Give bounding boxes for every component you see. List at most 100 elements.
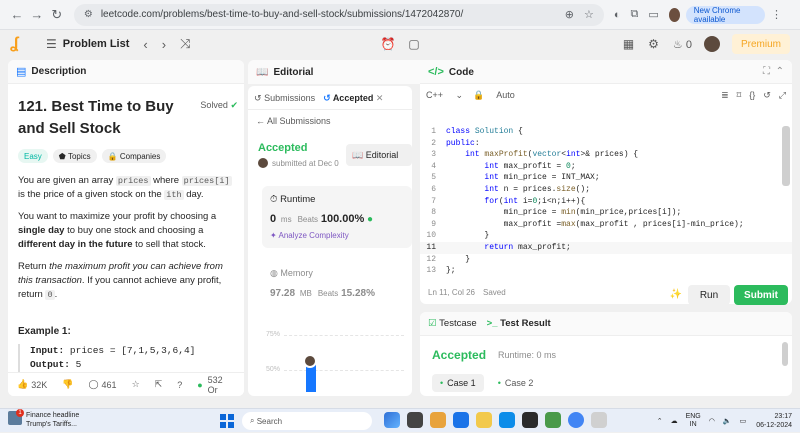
- close-icon[interactable]: ✕: [376, 93, 384, 103]
- tray-chevron-icon[interactable]: ⌃: [657, 417, 663, 425]
- code-line[interactable]: 9 max_profit =max(max_profit , prices[i]…: [420, 219, 792, 231]
- settings-app-icon[interactable]: [591, 412, 607, 428]
- code-line[interactable]: 5 int min_price = INT_MAX;: [420, 172, 792, 184]
- collapse-icon[interactable]: ⌃: [776, 66, 784, 77]
- leetcode-logo-icon[interactable]: ʆ: [10, 35, 28, 53]
- lens-icon[interactable]: ◐: [614, 9, 621, 21]
- text: to buy one stock and choosing a: [64, 225, 204, 236]
- code-line[interactable]: 1 class Solution {: [420, 126, 792, 138]
- clock[interactable]: 23:17 06-12-2024: [756, 412, 792, 430]
- reset-icon[interactable]: ↺: [763, 90, 771, 100]
- language-indicator[interactable]: ENG IN: [686, 413, 701, 429]
- settings-gear-icon[interactable]: ⚙: [648, 37, 659, 51]
- case-2-tab[interactable]: • Case 2: [490, 374, 542, 392]
- fire-icon: ♨: [672, 38, 683, 51]
- site-info-icon[interactable]: ⚙: [84, 9, 93, 20]
- code-line[interactable]: 2 public:: [420, 138, 792, 150]
- profile-avatar[interactable]: [668, 7, 680, 22]
- all-submissions-link[interactable]: ← All Submissions: [256, 116, 331, 126]
- layout-icon[interactable]: ▦: [623, 37, 634, 51]
- address-bar[interactable]: ⚙ leetcode.com/problems/best-time-to-buy…: [73, 3, 604, 26]
- favorite-button[interactable]: ☆: [129, 379, 140, 390]
- code-line[interactable]: 13};: [420, 265, 792, 277]
- windows-start-icon[interactable]: [220, 414, 234, 428]
- new-chrome-button[interactable]: New Chrome available: [685, 5, 765, 24]
- topics-tag[interactable]: ⬟ Topics: [52, 149, 97, 163]
- bookmark-icon[interactable]: ⌑: [737, 90, 742, 100]
- puzzle-icon[interactable]: ⧉: [631, 8, 639, 21]
- share-button[interactable]: ⇱: [152, 379, 163, 390]
- language-select[interactable]: C++ ⌄: [426, 90, 463, 101]
- expand-icon[interactable]: ⤢: [779, 90, 786, 100]
- news-widget[interactable]: 1 Finance headline Trump's Tariffs...: [8, 409, 79, 429]
- editor-scrollbar[interactable]: [782, 126, 790, 186]
- format-icon[interactable]: ≣: [721, 90, 729, 100]
- bookmark-star-icon[interactable]: ☆: [584, 8, 594, 21]
- code-line[interactable]: 6 int n = prices.size();: [420, 184, 792, 196]
- store-icon[interactable]: [522, 412, 538, 428]
- run-button[interactable]: Run: [688, 285, 730, 305]
- streak-counter[interactable]: ♨ 0: [673, 38, 692, 51]
- dislike-button[interactable]: 👎: [59, 379, 73, 390]
- submissions-tab[interactable]: ↺ Submissions: [254, 93, 315, 104]
- back-icon[interactable]: ←: [8, 5, 26, 25]
- edge-icon[interactable]: [499, 412, 515, 428]
- code-line[interactable]: 11 return max_profit;: [420, 241, 792, 254]
- copilot-icon[interactable]: [384, 412, 400, 428]
- wifi-icon[interactable]: ◠: [709, 417, 715, 425]
- paint-icon[interactable]: [430, 412, 446, 428]
- help-button[interactable]: ?: [174, 380, 182, 390]
- editorial-button[interactable]: 📖 Editorial: [346, 144, 412, 166]
- memory-heading[interactable]: ◍ Memory: [270, 268, 313, 279]
- code-line[interactable]: 10 }: [420, 230, 792, 242]
- difficulty-tag[interactable]: Easy: [18, 149, 48, 163]
- code-line[interactable]: 3 int maxProfit(vector<int>& prices) {: [420, 149, 792, 161]
- reload-icon[interactable]: ↻: [48, 5, 66, 25]
- cloud-icon[interactable]: ☁: [671, 417, 678, 425]
- line-number: 3: [431, 150, 436, 160]
- notes-icon[interactable]: ▢: [404, 34, 424, 54]
- zoom-icon[interactable]: ⊕: [565, 8, 574, 21]
- app-icon[interactable]: [545, 412, 561, 428]
- maximize-icon[interactable]: ⛶: [763, 66, 770, 77]
- code-editor[interactable]: 1 class Solution {2 public: 3 int maxProfit…: [420, 126, 792, 278]
- auto-mode-toggle[interactable]: 🔒 Auto: [473, 90, 525, 101]
- case-1-tab[interactable]: • Case 1: [432, 374, 484, 392]
- comments-button[interactable]: ◯ 461: [85, 379, 116, 390]
- meet-icon[interactable]: [453, 412, 469, 428]
- code-line[interactable]: 4 int max_profit = 0;: [420, 161, 792, 173]
- like-button[interactable]: 👍 32K: [14, 379, 47, 390]
- shuffle-icon[interactable]: ⤨: [180, 36, 190, 52]
- code-line[interactable]: 8 min_price = min(min_price,prices[i]);: [420, 207, 792, 219]
- premium-button[interactable]: Premium: [731, 34, 790, 54]
- analyze-complexity-link[interactable]: ✦ Analyze Complexity: [270, 231, 404, 240]
- volume-icon[interactable]: 🔈: [723, 417, 732, 425]
- braces-icon[interactable]: {}: [749, 90, 755, 100]
- test-result-tab[interactable]: >_ Test Result: [487, 318, 551, 329]
- user-avatar[interactable]: [703, 36, 720, 52]
- testcase-tab[interactable]: ☑ Testcase: [428, 318, 477, 329]
- more-icon[interactable]: ⋮: [771, 8, 782, 21]
- magic-icon[interactable]: ✨: [670, 289, 682, 300]
- task-view-icon[interactable]: [407, 412, 423, 428]
- chrome-icon[interactable]: [568, 412, 584, 428]
- problem-list-button[interactable]: ☰ Problem List: [46, 37, 129, 51]
- checkbox-icon: ☑: [428, 318, 437, 329]
- battery-icon[interactable]: ▭: [740, 417, 747, 425]
- taskbar-search[interactable]: ⌕ Search: [242, 412, 372, 430]
- next-problem-icon[interactable]: ›: [162, 37, 166, 52]
- result-scrollbar[interactable]: [782, 342, 788, 366]
- prev-problem-icon[interactable]: ‹: [143, 37, 147, 52]
- companies-tag[interactable]: 🔒 Companies: [101, 149, 167, 163]
- code-line[interactable]: 7 for(int i=0;i<n;i++){: [420, 196, 792, 208]
- accepted-tab[interactable]: ↺ Accepted ✕: [323, 93, 383, 104]
- description-tab[interactable]: ▤ Description: [8, 60, 244, 84]
- menu-panel-icon[interactable]: ▭: [648, 8, 658, 21]
- runtime-card: ⏱ Runtime 0 ms Beats 100.00% ● ✦ Analyze …: [262, 186, 412, 248]
- timer-icon[interactable]: ⏰: [378, 34, 398, 54]
- submit-button[interactable]: Submit: [734, 285, 788, 305]
- file-explorer-icon[interactable]: [476, 412, 492, 428]
- code-line[interactable]: 12 }: [420, 254, 792, 266]
- forward-icon[interactable]: →: [28, 5, 46, 25]
- code-tab[interactable]: </> Code ⛶ ⌃: [420, 60, 792, 84]
